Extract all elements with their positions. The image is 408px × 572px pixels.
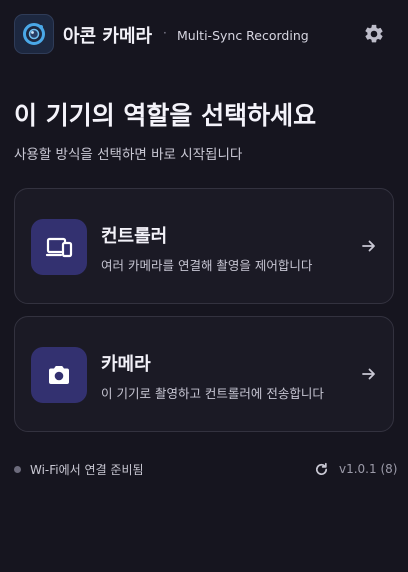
camera-lens-icon xyxy=(14,14,54,54)
gear-icon xyxy=(365,24,383,43)
devices-icon xyxy=(31,219,87,275)
arrow-right-icon xyxy=(359,236,379,256)
title-separator: · xyxy=(163,26,167,40)
page-title: 이 기기의 역할을 선택하세요 xyxy=(14,101,317,130)
status-text: Wi-Fi에서 연결 준비됨 xyxy=(30,463,144,477)
app-subtitle: Multi-Sync Recording xyxy=(177,28,309,43)
refresh-icon xyxy=(315,462,327,475)
connection-status: Wi-Fi에서 연결 준비됨 xyxy=(14,461,144,478)
camera-description: 이 기기로 촬영하고 컨트롤러에 전송합니다 xyxy=(101,386,324,401)
page-subtitle: 사용할 방식을 선택하면 바로 시작됩니다 xyxy=(14,147,243,163)
camera-title: 카메라 xyxy=(101,354,151,375)
refresh-button[interactable] xyxy=(313,461,329,477)
controller-role-card[interactable]: 컨트롤러 여러 카메라를 연결해 촬영을 제어합니다 xyxy=(14,188,394,304)
controller-title: 컨트롤러 xyxy=(101,226,168,247)
status-indicator xyxy=(14,466,21,473)
version-label: v1.0.1 (8) xyxy=(339,462,398,476)
camera-icon xyxy=(31,347,87,403)
controller-description: 여러 카메라를 연결해 촬영을 제어합니다 xyxy=(101,258,313,273)
settings-button[interactable] xyxy=(358,18,390,50)
camera-role-card[interactable]: 카메라 이 기기로 촬영하고 컨트롤러에 전송합니다 xyxy=(14,316,394,432)
app-header: 아콘 카메라 · Multi-Sync Recording xyxy=(0,0,408,68)
arrow-right-icon xyxy=(359,364,379,384)
app-title: 아콘 카메라 xyxy=(63,26,153,47)
